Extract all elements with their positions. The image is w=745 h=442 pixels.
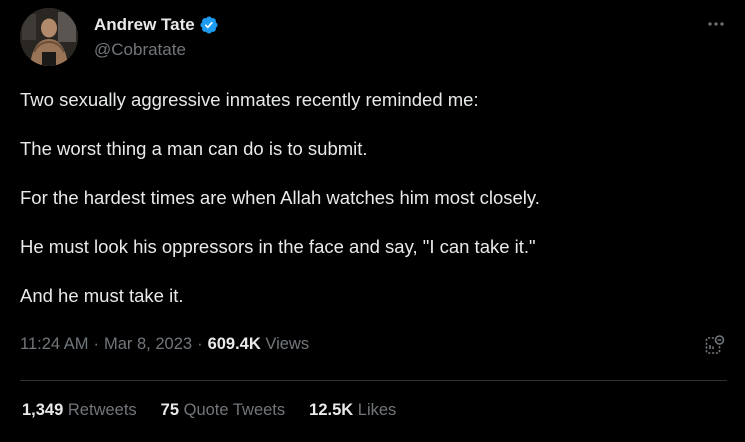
meta-separator: · — [93, 335, 100, 353]
tweet-paragraph: The worst thing a man can do is to submi… — [20, 138, 368, 159]
avatar[interactable] — [20, 8, 78, 66]
more-options-icon[interactable] — [704, 14, 728, 34]
tweet-paragraph: He must look his oppressors in the face … — [20, 236, 536, 257]
tweet-paragraph: For the hardest times are when Allah wat… — [20, 187, 540, 208]
author-name-row: Andrew Tate — [94, 15, 219, 35]
meta-separator: · — [197, 335, 203, 353]
quote-tweets-count: 75 — [160, 401, 180, 419]
analytics-glyph — [705, 335, 725, 354]
tweet-meta: 11:24 AM · Mar 8, 2023 · 609.4K Views — [20, 335, 309, 354]
tweet-paragraph: And he must take it. — [20, 285, 184, 306]
tweet-text: Two sexually aggressive inmates recently… — [20, 88, 720, 333]
tweet-stats: 1,349 Retweets 75 Quote Tweets 12.5K Lik… — [22, 401, 420, 420]
quote-tweets-stat[interactable]: 75 Quote Tweets — [161, 401, 285, 420]
likes-count: 12.5K — [309, 401, 354, 419]
likes-label: Likes — [357, 401, 397, 419]
tweet-header: Andrew Tate @Cobratate — [20, 8, 730, 68]
views-count: 609.4K — [207, 335, 261, 353]
tweet-time[interactable]: 11:24 AM — [20, 335, 89, 354]
tweet-detail: Andrew Tate @Cobratate Two sexually aggr… — [0, 0, 745, 442]
author-handle[interactable]: @Cobratate — [94, 40, 186, 60]
more-dots-icon — [708, 22, 724, 26]
verified-badge-icon[interactable] — [199, 15, 219, 35]
tweet-date[interactable]: Mar 8, 2023 — [104, 335, 192, 354]
tweet-paragraph: Two sexually aggressive inmates recently… — [20, 89, 479, 110]
retweets-stat[interactable]: 1,349 Retweets — [22, 401, 137, 420]
retweets-count: 1,349 — [22, 401, 64, 419]
divider — [20, 380, 727, 381]
view-analytics-icon[interactable] — [704, 334, 726, 356]
avatar-image — [20, 8, 78, 66]
views-label: Views — [265, 335, 310, 353]
quote-tweets-label: Quote Tweets — [183, 401, 286, 419]
retweets-label: Retweets — [67, 401, 137, 419]
likes-stat[interactable]: 12.5K Likes — [309, 401, 396, 420]
author-display-name[interactable]: Andrew Tate — [94, 15, 195, 35]
